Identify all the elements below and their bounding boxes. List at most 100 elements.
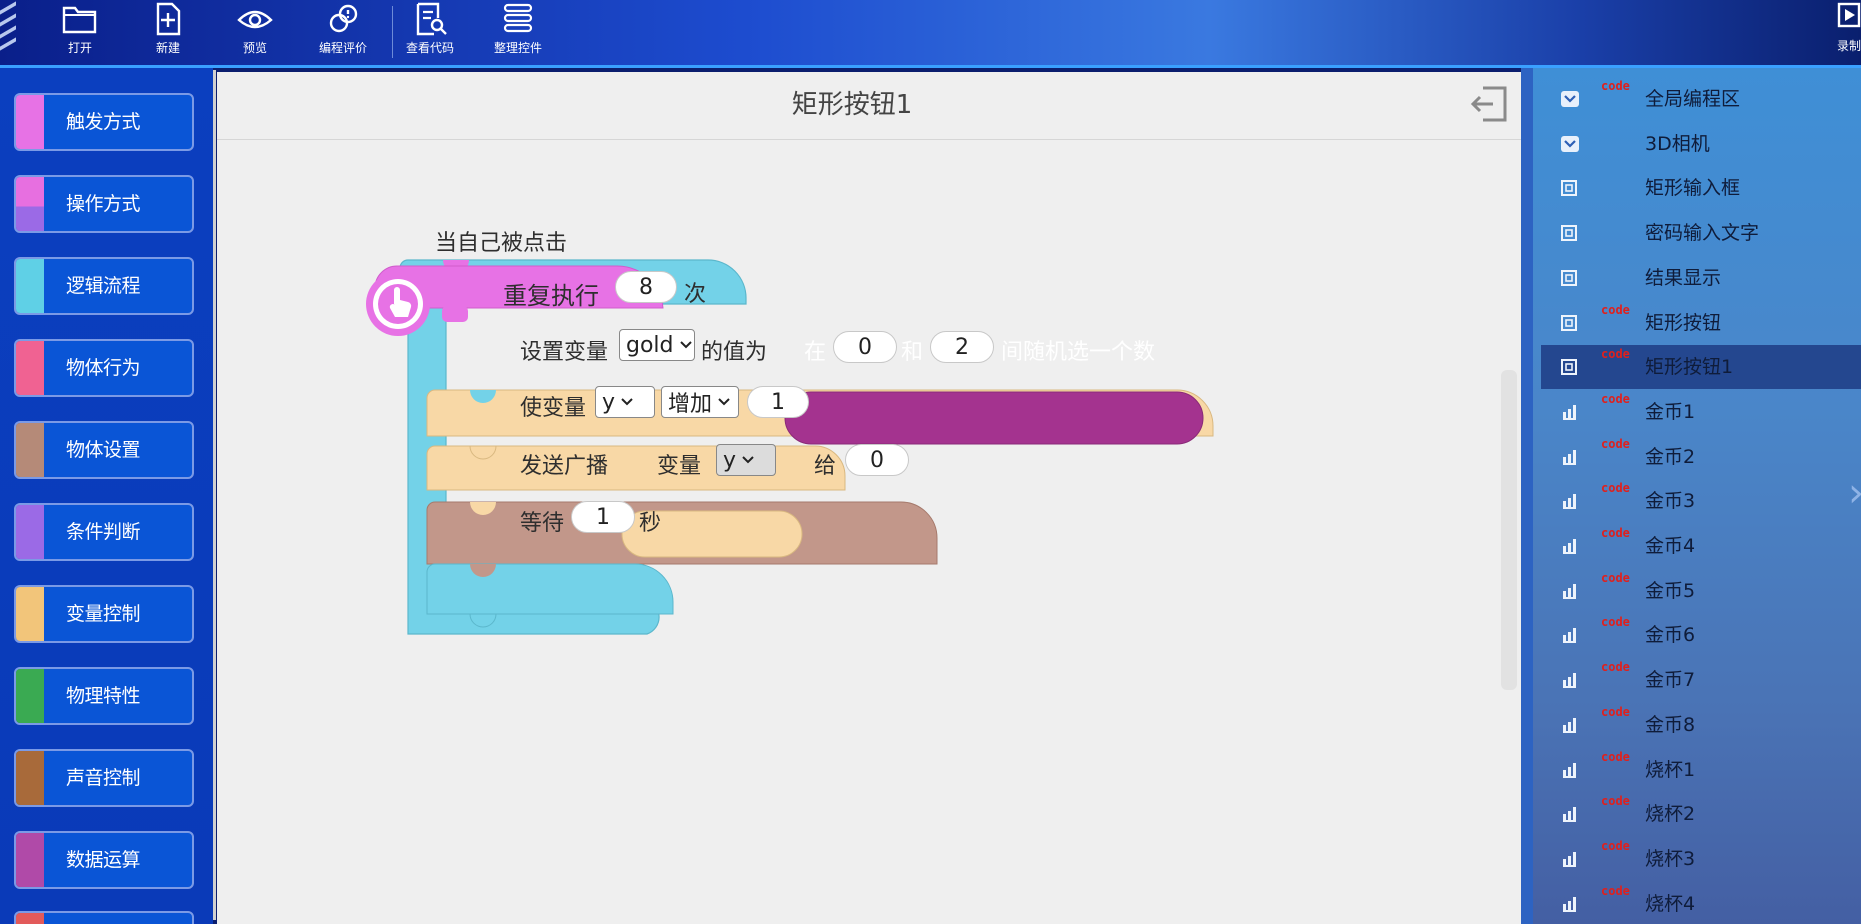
code-badge: code	[1601, 79, 1630, 93]
bar-chart-icon	[1563, 807, 1576, 823]
category-swatch	[16, 913, 44, 924]
code-badge: code	[1601, 347, 1630, 362]
layer-item[interactable]: code 金币1	[1541, 390, 1861, 434]
view-code-label: 查看代码	[405, 41, 454, 55]
layer-item[interactable]: code 金币4	[1541, 524, 1861, 568]
change-op-dropdown[interactable]: 增加	[661, 386, 739, 418]
category-swatch	[16, 341, 44, 395]
set-var-dropdown[interactable]: gold	[619, 329, 695, 361]
layer-item[interactable]: code 金币7	[1541, 658, 1861, 702]
code-badge: code	[1601, 704, 1630, 719]
random-max-input[interactable]: 2	[930, 331, 994, 363]
event-block-label: 当自己被点击	[435, 231, 568, 256]
category-data-operation[interactable]: 数据运算	[14, 831, 194, 889]
layer-name: 金币4	[1645, 535, 1696, 557]
code-workspace[interactable]: 矩形按钮1 当自己被点击 重复执行 8 次 设置变量 gold 的值为 在 0 …	[217, 72, 1521, 924]
new-file-icon	[156, 2, 181, 36]
evaluate-button[interactable]: 编程评价	[307, 0, 379, 64]
bar-chart-icon	[1563, 851, 1576, 867]
open-button[interactable]: 打开	[44, 0, 116, 64]
change-var-dropdown[interactable]: y	[595, 386, 655, 418]
set-var-mid-label: 的值为	[701, 340, 768, 365]
layer-item[interactable]: code 烧杯4	[1541, 882, 1861, 924]
layer-name: 矩形按钮	[1645, 311, 1722, 334]
category-swatch	[16, 751, 44, 805]
layer-item[interactable]: code 烧杯2	[1541, 792, 1861, 836]
layer-item[interactable]: 3D相机	[1541, 122, 1861, 166]
category-operation[interactable]: 操作方式	[14, 175, 194, 233]
layer-name: 密码输入文字	[1645, 222, 1760, 245]
layer-name: 金币5	[1645, 579, 1696, 602]
layer-name: 金币6	[1645, 624, 1696, 647]
change-var-name: y	[602, 389, 616, 415]
layer-name: 金币7	[1645, 669, 1696, 692]
widget-icon	[1561, 180, 1577, 197]
layer-name: 3D相机	[1645, 132, 1710, 155]
category-label: 声音控制	[66, 767, 141, 789]
category-swatch	[16, 833, 44, 887]
layer-item[interactable]: code 金币5	[1541, 569, 1861, 613]
layer-item-selected[interactable]: code 矩形按钮1	[1541, 345, 1861, 390]
tap-hand-icon	[378, 284, 418, 324]
workspace-scrollbar[interactable]	[1501, 370, 1517, 690]
code-badge: code	[1601, 436, 1630, 451]
category-panel: 触发方式 操作方式 逻辑流程 物体行为 物体设置 条件判断 变量控制 物理特性 …	[0, 68, 213, 924]
category-label: 逻辑流程	[66, 275, 141, 297]
new-label: 新建	[155, 41, 180, 55]
change-value-input[interactable]: 1	[747, 386, 809, 418]
category-trigger[interactable]: 触发方式	[14, 93, 194, 151]
category-condition[interactable]: 条件判断	[14, 503, 194, 561]
set-var-label: 设置变量	[520, 340, 609, 365]
organize-button[interactable]: 整理控件	[482, 0, 554, 64]
bar-chart-icon	[1563, 717, 1576, 733]
change-op-name: 增加	[668, 392, 713, 417]
broadcast-target-input[interactable]: 0	[845, 444, 909, 476]
random-min-input[interactable]: 0	[833, 331, 897, 363]
code-badge: code	[1601, 883, 1630, 898]
bar-chart-icon	[1563, 539, 1576, 554]
broadcast-var-dropdown[interactable]: y	[716, 444, 776, 476]
layer-item[interactable]: code 烧杯3	[1541, 837, 1861, 881]
new-button[interactable]: 新建	[132, 0, 204, 64]
layer-item[interactable]: code 金币8	[1541, 703, 1861, 747]
bar-chart-icon	[1563, 583, 1576, 599]
layer-item[interactable]: code 金币3	[1541, 479, 1861, 523]
evaluate-label: 编程评价	[318, 41, 367, 55]
category-object-settings[interactable]: 物体设置	[14, 421, 194, 479]
layer-name: 结果显示	[1645, 266, 1722, 289]
layer-item[interactable]: 密码输入文字	[1541, 211, 1861, 255]
preview-button[interactable]: 预览	[219, 0, 291, 64]
record-button[interactable]: 录制	[1837, 0, 1861, 64]
layer-item[interactable]: code 烧杯1	[1541, 748, 1861, 792]
layer-item[interactable]: code 全局编程区	[1541, 77, 1861, 121]
repeat-unit-label: 次	[684, 282, 707, 307]
layer-item[interactable]: code 金币6	[1541, 613, 1861, 657]
category-logic-flow[interactable]: 逻辑流程	[14, 257, 194, 315]
view-code-button[interactable]: 查看代码	[394, 0, 466, 64]
preview-label: 预览	[242, 41, 267, 55]
layer-name: 金币8	[1645, 713, 1696, 736]
category-swatch	[16, 423, 44, 477]
expand-arrow-icon[interactable]: ›	[1848, 470, 1861, 516]
category-variable[interactable]: 变量控制	[14, 585, 194, 643]
category-partial[interactable]	[14, 911, 194, 924]
wait-value-input[interactable]: 1	[571, 501, 635, 533]
layer-item[interactable]: code 矩形按钮	[1541, 301, 1861, 345]
layer-list: code 全局编程区 3D相机 矩形输入框 密码输入文字 结果显示 code 矩…	[1521, 77, 1861, 924]
set-var-name: gold	[626, 332, 674, 358]
eye-icon	[237, 10, 273, 29]
layer-name: 矩形按钮1	[1645, 356, 1734, 379]
code-badge: code	[1601, 302, 1630, 317]
layer-item[interactable]: code 金币2	[1541, 435, 1861, 479]
category-scrollbar[interactable]	[213, 70, 216, 920]
layer-name: 金币2	[1645, 445, 1696, 468]
category-object-behavior[interactable]: 物体行为	[14, 339, 194, 397]
category-physics[interactable]: 物理特性	[14, 667, 194, 725]
layer-item[interactable]: 矩形输入框	[1541, 166, 1861, 210]
repeat-count-input[interactable]: 8	[615, 271, 677, 303]
category-sound[interactable]: 声音控制	[14, 749, 194, 807]
widget-icon	[1561, 359, 1577, 376]
layer-item[interactable]: 结果显示	[1541, 256, 1861, 300]
category-swatch	[16, 259, 44, 313]
change-var-label: 使变量	[520, 396, 587, 421]
